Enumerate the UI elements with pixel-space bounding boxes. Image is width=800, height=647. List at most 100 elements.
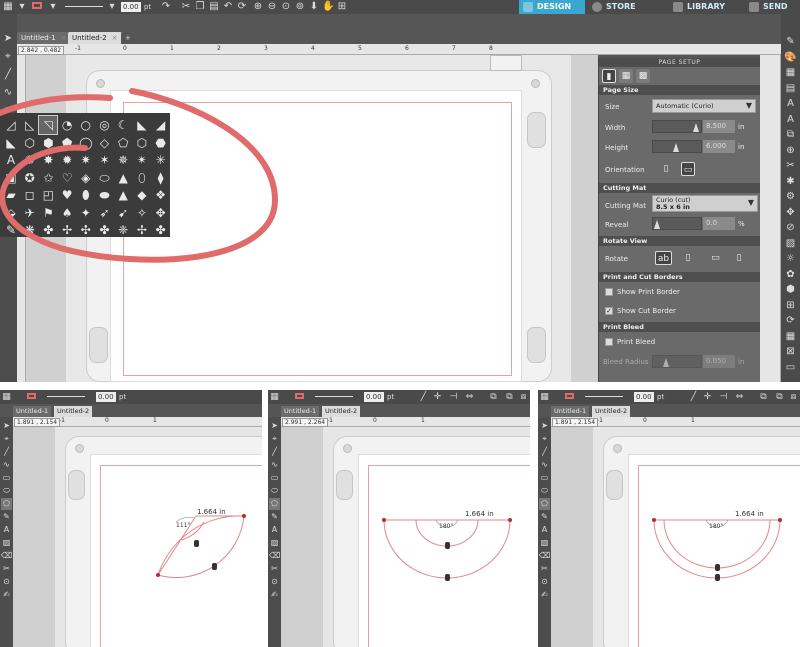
line-style-select[interactable] [62,1,106,13]
new-tab-button[interactable]: + [121,32,135,44]
refresh-icon[interactable]: ⟳ [783,313,798,328]
offset-icon[interactable]: ✥ [783,205,798,220]
tab-store[interactable]: STORE [588,0,648,14]
redo-icon[interactable]: ↷ [160,1,172,13]
zoom-out-icon[interactable]: ⊖ [266,1,278,13]
tab-send[interactable]: SEND [745,0,800,14]
doc-tab-untitled-1[interactable]: Untitled-1 × [17,32,71,44]
select-arrow-icon[interactable]: ➤ [1,32,15,46]
line-width-input[interactable]: 0.00 [121,2,141,12]
print-bleed-checkbox[interactable] [605,338,613,346]
print-bleed-label: Print Bleed [617,338,656,346]
show-print-border-checkbox[interactable] [605,288,613,296]
reveal-input[interactable]: 0.0 [703,217,735,230]
page-icon[interactable]: ▭ [783,360,798,375]
library-icon[interactable]: ▦ [783,329,798,344]
replicate-icon[interactable]: ⊕ [783,143,798,158]
background-tab-icon[interactable]: ▩ [636,69,650,83]
cutting-mat-select[interactable]: Curio (cut) 8.5 x 6 in ▼ [652,195,758,212]
knife-icon[interactable]: ✂ [783,158,798,173]
modify-icon[interactable]: ⊘ [783,220,798,235]
mat-screw [531,79,540,88]
coordinate-readout: 2.842 , 0.482 [18,46,65,55]
section-cutting-mat: Cutting Mat [599,183,761,193]
width-input[interactable]: 8.500 [703,120,735,133]
cut-icon[interactable]: ✂ [180,1,192,13]
point-edit-icon[interactable]: ⊠ [783,344,798,359]
width-unit: in [738,123,745,131]
main-screenshot: ▦ ▾ ▾ ▾ 0.00 pt ↷ ✂ ❐ ▤ ↶ ⟳ ⊕ ⊖ ⊙ ⊚ ⬇ ✋ … [0,0,800,382]
pen-icon[interactable]: ✎ [783,34,798,49]
edit-points-icon[interactable]: ⌖ [1,50,15,64]
reveal-unit: % [738,220,745,228]
hexagon-icon[interactable]: ⬢ [783,282,798,297]
mat-clamp [527,327,546,363]
reveal-label: Reveal [605,221,629,229]
layers-icon[interactable]: ▨ [783,236,798,251]
doc-tab-untitled-2[interactable]: Untitled-2 × [68,32,122,44]
step-panel-1: ▦ 0.00 pt Untitled-1 Untitled-2 -1 0 1 1… [0,390,262,647]
grid-tab-icon[interactable]: ▦ [619,69,633,83]
zoom-select-icon[interactable]: ⊙ [280,1,292,13]
line-color-swatch[interactable] [30,1,44,13]
settings-icon[interactable]: ⚙ [783,189,798,204]
bleed-radius-input[interactable]: 0.050 [703,355,735,368]
tab-library[interactable]: LIBRARY [669,0,729,14]
reveal-slider[interactable] [652,217,702,230]
size-select[interactable]: Automatic (Curio) ▼ [652,99,756,113]
right-tool-strip: ✎ 🎨 ▦ ▤ A A ⧉ ⊕ ✂ ✱ ⚙ ✥ ⊘ ▨ ☼ ✿ ⬢ ⊞ ⟳ ▦ ⊠ ▭ [781,14,800,382]
top-toolbar: ▦ ▾ ▾ ▾ 0.00 pt ↷ ✂ ❐ ▤ ↶ ⟳ ⊕ ⊖ ⊙ ⊚ ⬇ ✋ … [0,0,800,14]
rotate-180-icon[interactable]: ▭ [707,251,724,265]
dropdown-icon[interactable]: ▾ [16,1,28,13]
height-input[interactable]: 6.000 [703,140,735,153]
dimension-label: 1.664 in [197,508,226,516]
palette-icon[interactable]: 🎨 [783,50,798,65]
pattern-icon[interactable]: ▤ [783,81,798,96]
fill-icon[interactable]: ▦ [783,65,798,80]
rotate-90-icon[interactable]: ▯ [681,251,695,265]
fill-pattern-icon[interactable]: ▦ [2,1,14,13]
dropdown-icon[interactable]: ▾ [106,1,118,13]
flower-icon[interactable]: ✿ [783,267,798,282]
arc-handle [212,563,217,570]
globe-icon [592,2,602,12]
font-icon[interactable]: A [783,112,798,127]
annotation-circle [0,88,279,263]
height-slider[interactable] [652,140,702,153]
grid-icon[interactable]: ⊞ [783,298,798,313]
width-slider[interactable] [652,120,702,133]
page-setup-tab-icon[interactable]: ▮ [602,69,616,83]
portrait-icon[interactable]: ▯ [659,162,673,176]
text-style-icon[interactable]: A [783,96,798,111]
brightness-icon[interactable]: ☼ [783,251,798,266]
grid-icon [523,2,533,12]
step-panel-3: ▦ 0.00 pt ╱ ✛ ⊣ ⇔ ⧉ ⧉ ⧈ Untitled-1 Untit… [538,390,800,647]
rotate-icon[interactable]: ⟳ [236,1,248,13]
section-page-size: Page Size [599,85,761,95]
dropdown-icon[interactable]: ▾ [47,1,59,13]
bleed-radius-label: Bleed Radius [603,358,649,366]
zoom-in-icon[interactable]: ⊕ [252,1,264,13]
rotate-270-icon[interactable]: ▯ [732,251,746,265]
bleed-radius-slider[interactable] [652,355,702,368]
ruler-label: 8 [489,45,493,52]
zoom-fit-icon[interactable]: ⊚ [294,1,306,13]
endpoint-node [242,514,246,518]
landscape-icon[interactable]: ▭ [681,162,695,176]
show-cut-border-checkbox[interactable]: ✓ [605,307,613,315]
transform-icon[interactable]: ⧉ [783,127,798,142]
angle-label: 180° [709,523,724,530]
move-down-icon[interactable]: ⬇ [308,1,320,13]
bleed-radius-unit: in [738,358,745,366]
rotate-0-icon[interactable]: ab [655,251,672,265]
trace-icon[interactable]: ✱ [783,174,798,189]
tab-design[interactable]: DESIGN [519,0,585,14]
ruler-label: 4 [311,45,315,52]
undo-icon[interactable]: ↶ [222,1,234,13]
pan-hand-icon[interactable]: ✋ [322,1,334,13]
mat-clamp [89,327,108,363]
ruler-label: 5 [358,45,362,52]
fullscreen-icon[interactable]: ⊞ [336,1,348,13]
paste-icon[interactable]: ▤ [208,1,220,13]
copy-icon[interactable]: ❐ [194,1,206,13]
